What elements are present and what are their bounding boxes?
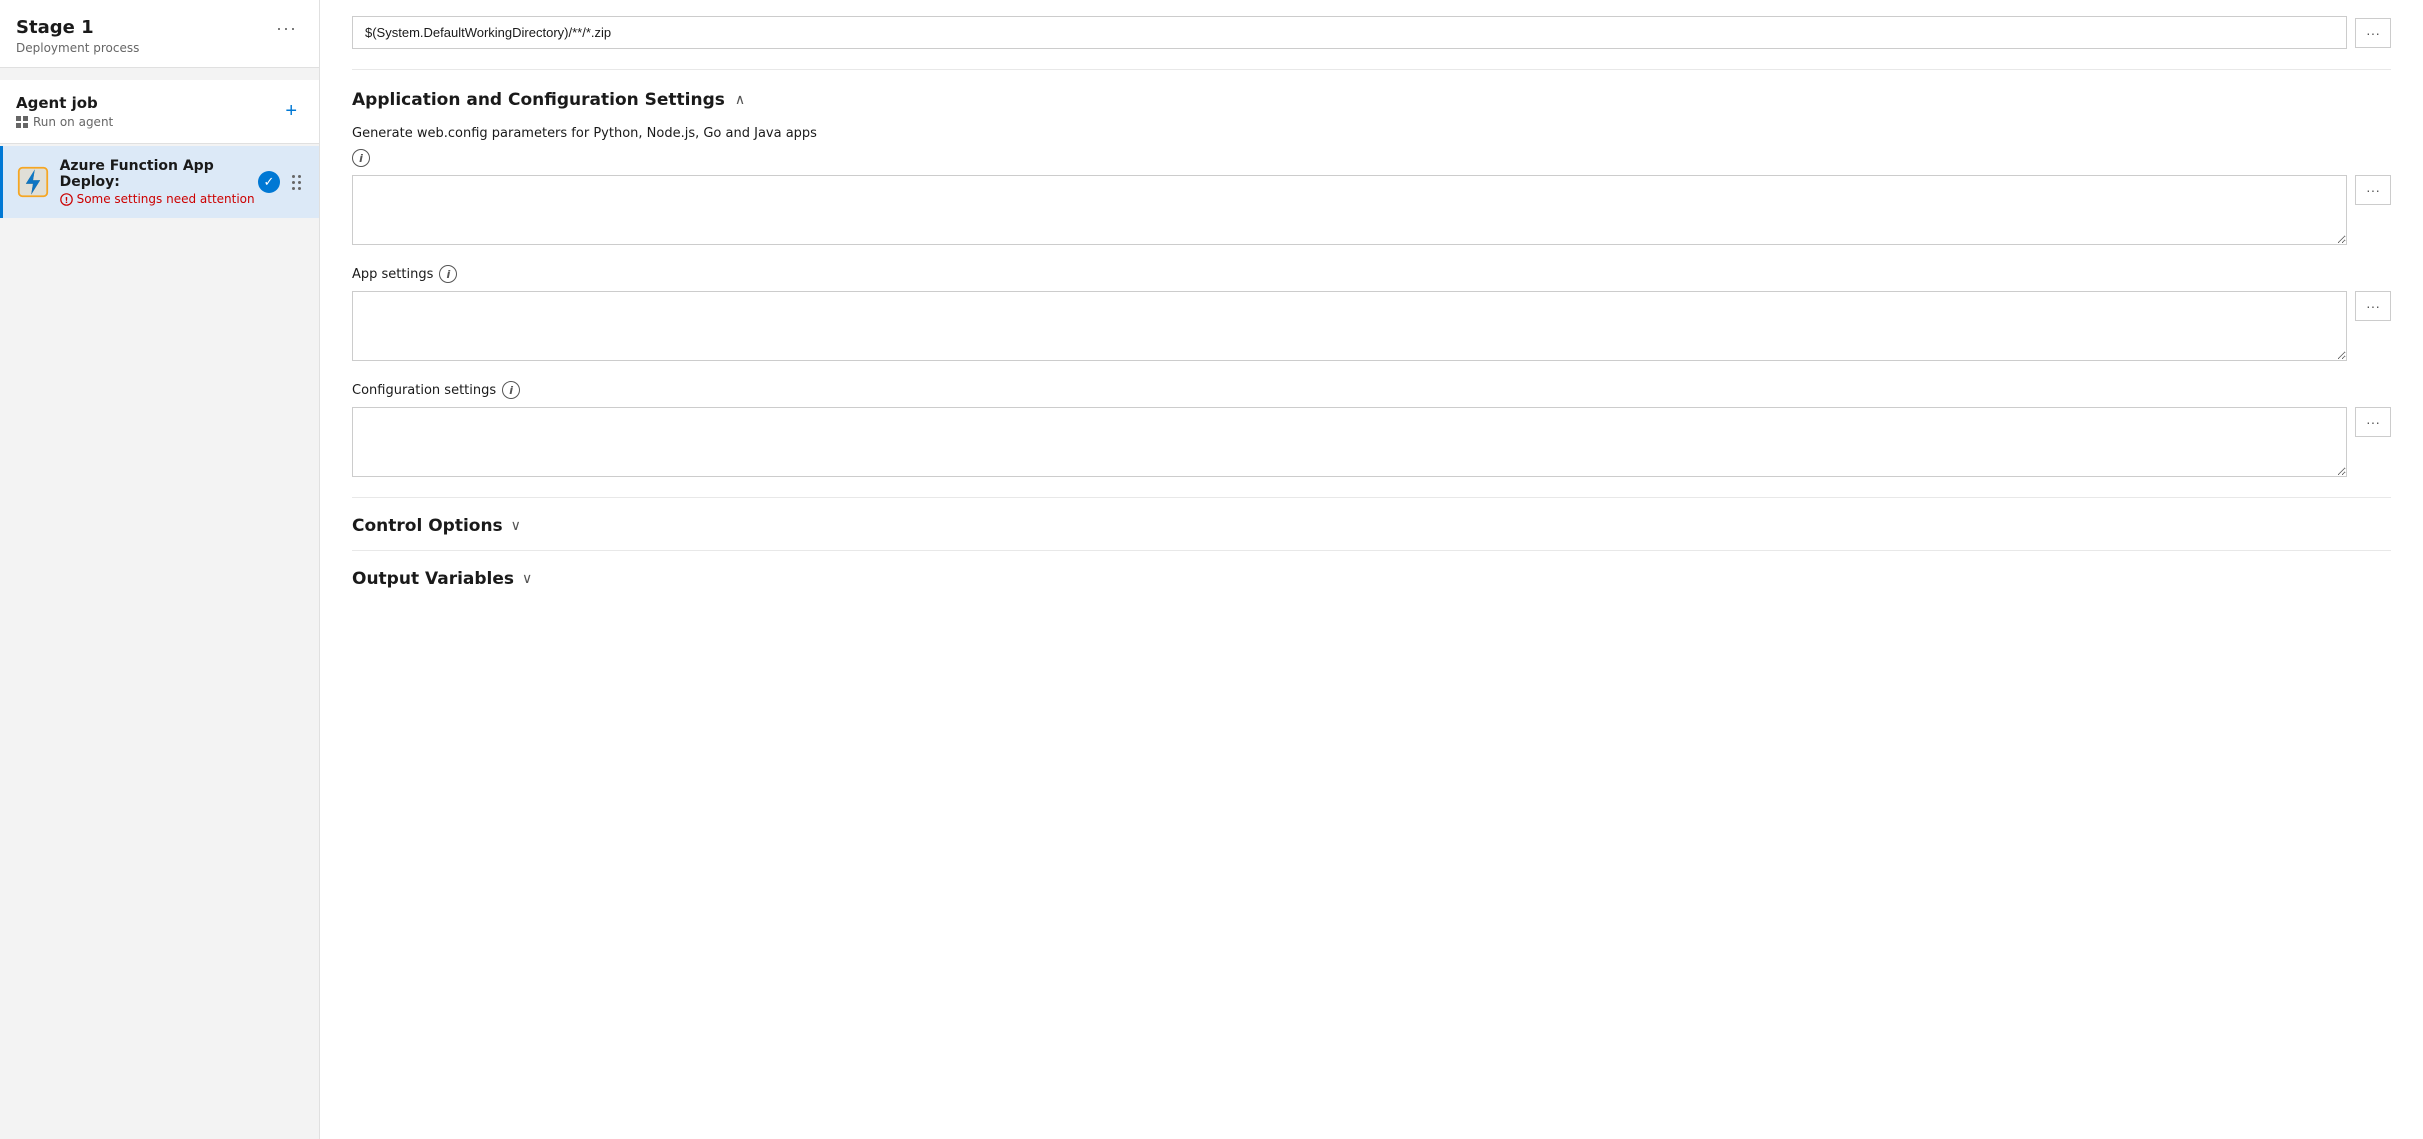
agent-job-subtitle-text: Run on agent <box>33 115 113 129</box>
app-settings-label-text: App settings <box>352 267 433 282</box>
drag-dot <box>298 187 301 190</box>
task-name: Azure Function App Deploy: <box>60 158 258 190</box>
config-settings-label-text: Configuration settings <box>352 383 496 398</box>
task-check-icon: ✓ <box>258 171 280 193</box>
drag-dot <box>292 175 295 178</box>
left-panel: Stage 1 Deployment process ··· Agent job… <box>0 0 320 1139</box>
stage-title: Stage 1 <box>16 16 139 39</box>
stage-info: Stage 1 Deployment process <box>16 16 139 55</box>
drag-dot-row-2 <box>292 181 301 184</box>
agent-job-row: Agent job Run on agent + <box>0 80 319 144</box>
web-config-label-text: Generate web.config parameters for Pytho… <box>352 126 817 141</box>
control-options-title: Control Options <box>352 516 503 536</box>
add-task-button[interactable]: + <box>279 98 303 125</box>
svg-text:!: ! <box>64 195 68 205</box>
config-settings-label: Configuration settings i <box>352 381 2391 399</box>
agent-job-title: Agent job <box>16 94 113 112</box>
app-config-section-title: Application and Configuration Settings <box>352 90 725 110</box>
config-settings-info-icon[interactable]: i <box>502 381 520 399</box>
output-variables-chevron-icon: ∨ <box>522 571 532 587</box>
app-settings-ellipsis-button[interactable]: ··· <box>2355 291 2391 321</box>
right-panel: ··· Application and Configuration Settin… <box>320 0 2423 1139</box>
config-settings-textarea[interactable] <box>352 407 2347 477</box>
web-config-info-icon[interactable]: i <box>352 149 370 167</box>
app-settings-info-icon[interactable]: i <box>439 265 457 283</box>
drag-dot-row-3 <box>292 187 301 190</box>
output-variables-title: Output Variables <box>352 569 514 589</box>
config-settings-ellipsis-button[interactable]: ··· <box>2355 407 2391 437</box>
path-input-row: ··· <box>352 0 2391 70</box>
path-ellipsis-button[interactable]: ··· <box>2355 18 2391 48</box>
lightning-icon <box>17 166 49 198</box>
stage-header: Stage 1 Deployment process ··· <box>0 0 319 68</box>
web-config-textarea[interactable] <box>352 175 2347 245</box>
task-icon <box>17 164 50 200</box>
config-settings-textarea-row: ··· <box>352 407 2391 477</box>
drag-handle[interactable] <box>288 171 305 194</box>
control-options-header[interactable]: Control Options ∨ <box>352 498 2391 550</box>
app-settings-label: App settings i <box>352 265 2391 283</box>
drag-dot <box>292 181 295 184</box>
agent-job-info: Agent job Run on agent <box>16 94 113 129</box>
agent-job-subtitle: Run on agent <box>16 115 113 129</box>
path-input[interactable] <box>352 16 2347 49</box>
config-settings-field-group: Configuration settings i ··· <box>352 381 2391 477</box>
web-config-field-group: Generate web.config parameters for Pytho… <box>352 126 2391 245</box>
app-config-chevron-icon[interactable]: ∧ <box>735 92 745 108</box>
task-info: Azure Function App Deploy: ! Some settin… <box>60 158 258 206</box>
stage-subtitle: Deployment process <box>16 41 139 55</box>
web-config-ellipsis-button[interactable]: ··· <box>2355 175 2391 205</box>
task-warning-text: Some settings need attention <box>77 192 255 206</box>
stage-more-button[interactable]: ··· <box>270 16 303 41</box>
task-item[interactable]: Azure Function App Deploy: ! Some settin… <box>0 146 319 218</box>
warning-icon: ! <box>60 193 73 206</box>
output-variables-section: Output Variables ∨ <box>352 550 2391 603</box>
task-warning: ! Some settings need attention <box>60 192 258 206</box>
drag-dot <box>298 175 301 178</box>
task-item-right: ✓ <box>258 171 305 194</box>
drag-dot <box>298 181 301 184</box>
web-config-label: Generate web.config parameters for Pytho… <box>352 126 2391 141</box>
app-config-section-header: Application and Configuration Settings ∧ <box>352 70 2391 126</box>
web-config-textarea-row: ··· <box>352 175 2391 245</box>
app-settings-textarea-row: ··· <box>352 291 2391 361</box>
control-options-chevron-icon: ∨ <box>511 518 521 534</box>
app-settings-field-group: App settings i ··· <box>352 265 2391 361</box>
control-options-section: Control Options ∨ <box>352 497 2391 550</box>
output-variables-header[interactable]: Output Variables ∨ <box>352 551 2391 603</box>
task-item-left: Azure Function App Deploy: ! Some settin… <box>17 158 258 206</box>
grid-icon <box>16 116 28 128</box>
drag-dot-row-1 <box>292 175 301 178</box>
app-settings-textarea[interactable] <box>352 291 2347 361</box>
drag-dot <box>292 187 295 190</box>
